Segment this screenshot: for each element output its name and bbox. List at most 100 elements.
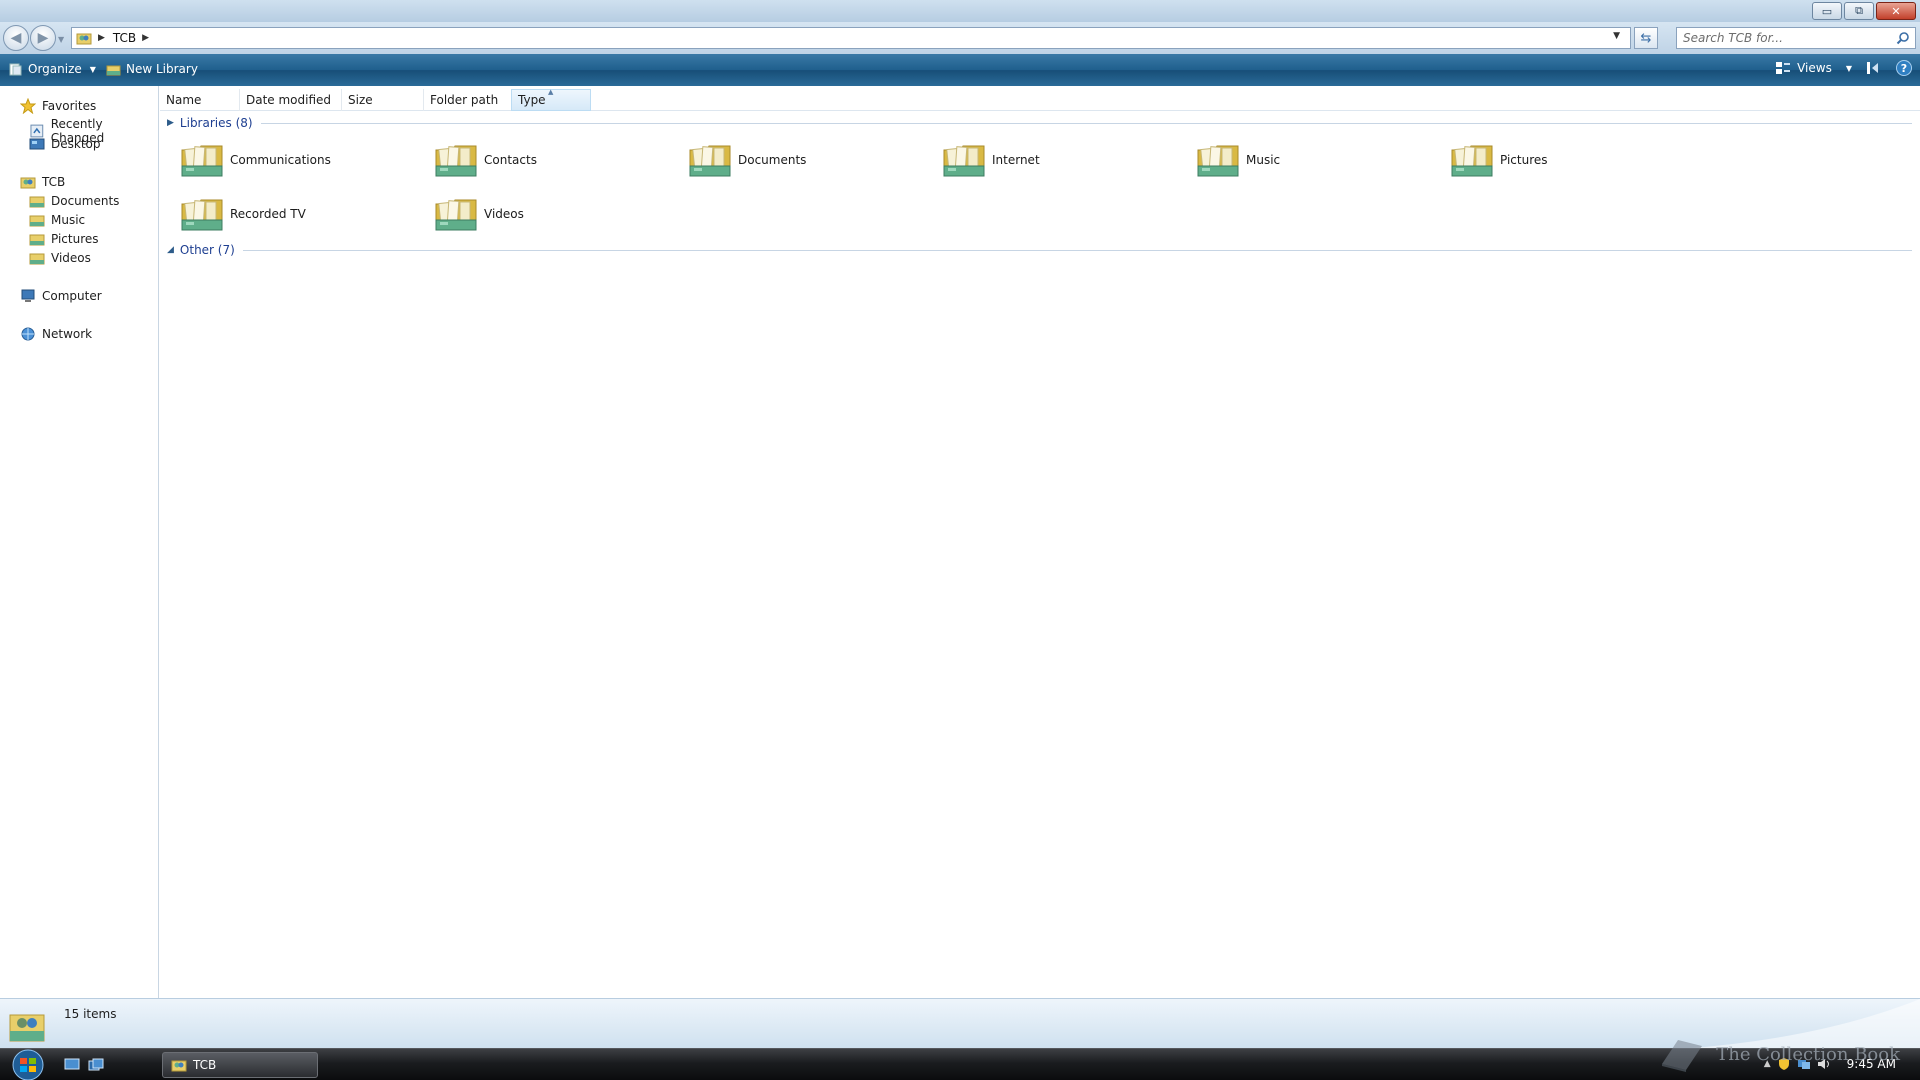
library-icon <box>1197 145 1239 177</box>
library-item[interactable]: Documents <box>688 140 806 180</box>
nav-videos-label: Videos <box>51 251 91 265</box>
organize-menu[interactable]: Organize ▼ <box>8 62 96 76</box>
breadcrumb-tcb[interactable]: TCB <box>113 31 136 45</box>
nav-network-label: Network <box>42 327 93 341</box>
computer-icon <box>21 289 35 302</box>
library-item[interactable]: Videos <box>434 194 524 234</box>
library-item[interactable]: Pictures <box>1450 140 1548 180</box>
expand-triangle-icon[interactable]: ▶ <box>167 118 174 128</box>
search-box[interactable]: Search TCB for... <box>1676 27 1916 49</box>
group-divider <box>242 249 1912 251</box>
library-icon <box>435 199 477 231</box>
help-button[interactable]: ? <box>1896 60 1912 76</box>
item-count: 15 items <box>64 1007 117 1021</box>
column-size[interactable]: Size <box>342 89 424 111</box>
column-date-modified[interactable]: Date modified <box>240 89 342 111</box>
organize-icon <box>9 63 22 75</box>
column-folder-path[interactable]: Folder path <box>424 89 512 111</box>
back-arrow-icon: ◀ <box>10 30 22 46</box>
back-button[interactable]: ◀ <box>3 25 29 51</box>
user-folder-large-icon <box>9 1014 45 1042</box>
nav-music[interactable]: Music <box>29 212 85 228</box>
navigation-pane: Favorites Recently Changed Desktop TCB D… <box>0 86 159 998</box>
library-icon <box>943 145 985 177</box>
library-item[interactable]: Recorded TV <box>180 194 306 234</box>
chevron-down-icon: ▼ <box>89 64 96 74</box>
switch-windows-icon[interactable] <box>88 1057 104 1073</box>
star-icon <box>20 98 36 114</box>
nav-desktop[interactable]: Desktop <box>29 136 101 152</box>
window-controls: ▭ ⧉ ✕ <box>1812 2 1916 20</box>
watermark-text: The Collection Book <box>1716 1043 1900 1065</box>
library-item[interactable]: Contacts <box>434 140 537 180</box>
breadcrumb-separator-icon[interactable]: ▶ <box>142 33 149 43</box>
nav-user-tcb[interactable]: TCB <box>20 174 65 190</box>
column-type[interactable]: Type ▲ <box>511 88 591 111</box>
taskbar-window-label: TCB <box>193 1058 217 1072</box>
collapse-triangle-icon[interactable]: ◢ <box>167 245 174 255</box>
nav-favorites[interactable]: Favorites <box>20 98 96 114</box>
library-icon <box>1451 145 1493 177</box>
group-divider <box>260 122 1912 124</box>
chevron-down-icon[interactable]: ▼ <box>1846 64 1852 73</box>
nav-computer[interactable]: Computer <box>20 288 102 304</box>
minimize-button[interactable]: ▭ <box>1812 2 1842 20</box>
search-input[interactable]: Search TCB for... <box>1683 31 1783 45</box>
refresh-button[interactable]: ⇆ <box>1634 27 1658 49</box>
nav-network[interactable]: Network <box>20 326 92 342</box>
nav-computer-label: Computer <box>42 289 102 303</box>
library-folder-icon <box>29 196 45 208</box>
column-type-label: Type <box>518 93 546 107</box>
taskbar-window-tcb[interactable]: TCB <box>162 1052 318 1078</box>
maximize-button[interactable]: ⧉ <box>1844 2 1874 20</box>
library-folder-icon <box>29 234 45 246</box>
column-headers: Name Date modified Size Folder path Type… <box>160 88 1920 111</box>
library-item[interactable]: Internet <box>942 140 1040 180</box>
command-bar: Organize ▼ New Library Views ▼ ? <box>0 54 1920 86</box>
nav-pictures[interactable]: Pictures <box>29 231 99 247</box>
network-icon <box>21 327 35 341</box>
column-name[interactable]: Name <box>160 89 240 111</box>
sort-ascending-icon: ▲ <box>548 88 554 96</box>
group-libraries-title[interactable]: Libraries (8) <box>180 116 253 130</box>
nav-music-label: Music <box>51 213 86 227</box>
library-label: Internet <box>992 153 1040 167</box>
library-label: Recorded TV <box>230 207 306 221</box>
library-item[interactable]: Music <box>1196 140 1280 180</box>
new-library-button[interactable]: New Library <box>106 62 198 76</box>
preview-pane-icon[interactable] <box>1866 61 1882 75</box>
address-bar[interactable]: ▶ TCB ▶ ▼ <box>71 27 1631 49</box>
start-button[interactable] <box>6 1049 50 1080</box>
watermark: The Collection Book <box>1658 1036 1900 1072</box>
library-label: Documents <box>738 153 807 167</box>
search-icon[interactable] <box>1896 31 1910 45</box>
library-label: Pictures <box>1500 153 1548 167</box>
nav-documents[interactable]: Documents <box>29 193 119 209</box>
forward-button[interactable]: ▶ <box>30 25 56 51</box>
group-libraries[interactable]: ▶ Libraries (8) <box>167 116 1912 130</box>
show-desktop-icon[interactable] <box>64 1057 80 1073</box>
nav-desktop-label: Desktop <box>51 137 101 151</box>
command-bar-right: Views ▼ ? <box>1775 60 1912 76</box>
details-pane: 15 items <box>0 998 1920 1049</box>
address-row: ◀ ▶ ▼ ▶ TCB ▶ ▼ ⇆ Search TCB for... <box>0 22 1920 54</box>
group-other-title[interactable]: Other (7) <box>180 243 235 257</box>
organize-label: Organize <box>28 62 82 76</box>
library-item[interactable]: Communications <box>180 140 331 180</box>
recent-pages-dropdown[interactable]: ▼ <box>58 35 64 44</box>
library-folder-icon <box>29 215 45 227</box>
new-library-icon <box>106 65 121 75</box>
breadcrumb-separator-icon[interactable]: ▶ <box>98 33 105 43</box>
library-label: Communications <box>230 153 331 167</box>
nav-favorites-label: Favorites <box>42 99 97 113</box>
views-button[interactable]: Views ▼ <box>1775 61 1852 75</box>
close-button[interactable]: ✕ <box>1876 2 1916 20</box>
address-history-dropdown[interactable]: ▼ <box>1613 31 1620 41</box>
nav-videos[interactable]: Videos <box>29 250 91 266</box>
library-icon <box>689 145 731 177</box>
group-other[interactable]: ◢ Other (7) <box>167 243 1912 257</box>
taskbar: TCB ▲ 9:45 AM <box>0 1048 1920 1080</box>
library-label: Videos <box>484 207 524 221</box>
library-icon <box>181 145 223 177</box>
user-folder-icon <box>20 177 36 189</box>
